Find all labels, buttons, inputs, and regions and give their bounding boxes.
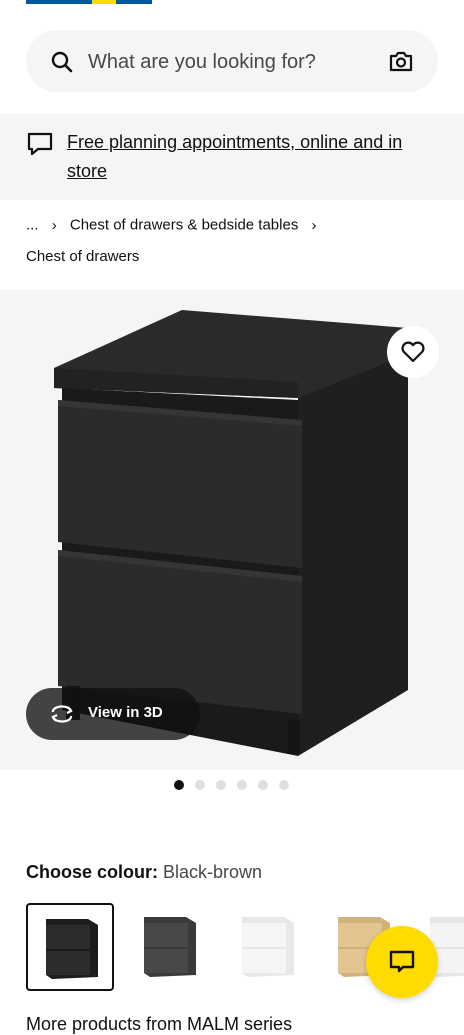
breadcrumb-category-link[interactable]: Chest of drawers & bedside tables bbox=[70, 217, 298, 234]
gallery-dot[interactable] bbox=[279, 780, 289, 790]
chevron-right-icon: › bbox=[51, 216, 57, 234]
breadcrumb-ellipsis[interactable]: ... bbox=[26, 217, 39, 234]
rotate-3d-icon bbox=[51, 705, 73, 723]
camera-search-icon[interactable] bbox=[388, 48, 414, 74]
gallery-dot[interactable] bbox=[174, 780, 184, 790]
heart-icon bbox=[401, 341, 425, 363]
breadcrumb-current[interactable]: Chest of drawers bbox=[26, 248, 139, 265]
colour-swatch-black[interactable] bbox=[126, 903, 214, 991]
chevron-right-icon: › bbox=[311, 216, 317, 234]
search-bar[interactable] bbox=[26, 30, 438, 92]
chat-button[interactable] bbox=[366, 926, 438, 998]
favourite-button[interactable] bbox=[387, 326, 439, 378]
colour-value: Black-brown bbox=[163, 862, 263, 882]
colour-selector-heading: Choose colour: Black-brown bbox=[26, 862, 262, 883]
gallery-dot[interactable] bbox=[216, 780, 226, 790]
search-icon bbox=[51, 51, 73, 73]
colour-swatch-black-brown[interactable] bbox=[26, 903, 114, 991]
colour-label: Choose colour: bbox=[26, 862, 159, 882]
planning-appointments-link[interactable]: Free planning appointments, online and i… bbox=[67, 128, 437, 186]
ikea-logo[interactable] bbox=[26, 0, 152, 4]
gallery-dot[interactable] bbox=[258, 780, 268, 790]
chat-icon bbox=[389, 950, 415, 973]
gallery-dot[interactable] bbox=[237, 780, 247, 790]
view-in-3d-label: View in 3D bbox=[88, 704, 163, 721]
series-link[interactable]: More products from MALM series bbox=[26, 1014, 292, 1035]
colour-swatch-white[interactable] bbox=[224, 903, 312, 991]
breadcrumb: ... › Chest of drawers & bedside tables … bbox=[26, 216, 326, 234]
gallery-dot[interactable] bbox=[195, 780, 205, 790]
search-input[interactable] bbox=[86, 44, 390, 80]
chat-bubble-icon bbox=[27, 132, 53, 156]
view-in-3d-button[interactable]: View in 3D bbox=[26, 688, 200, 740]
